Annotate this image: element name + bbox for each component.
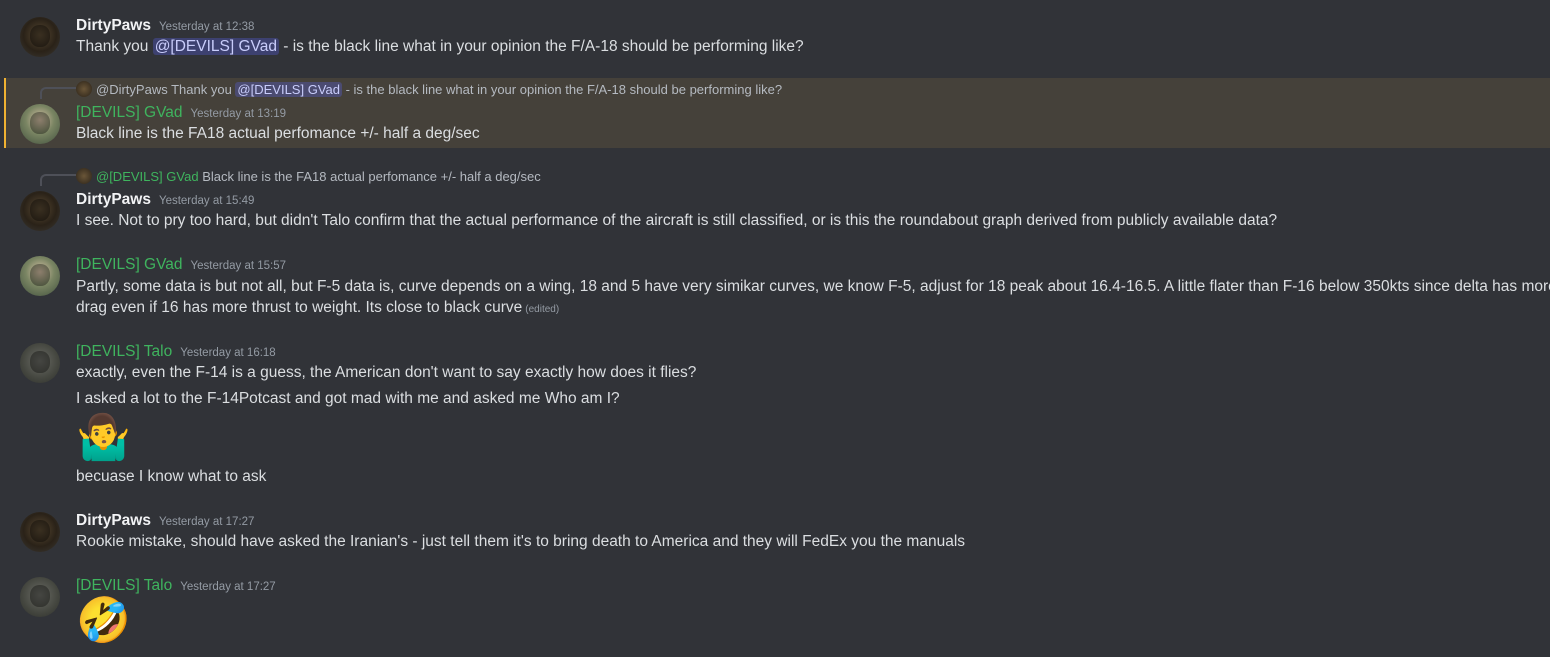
- message-text: Partly, some data is but not all, but F-…: [76, 278, 1550, 295]
- message-text: drag even if 16 has more thrust to weigh…: [76, 299, 560, 316]
- author-name[interactable]: DirtyPaws: [76, 191, 151, 208]
- message-text: Black line is the FA18 actual perfomance…: [76, 125, 480, 142]
- reply-author[interactable]: @[DEVILS] GVad: [96, 169, 199, 184]
- avatar[interactable]: [20, 512, 60, 552]
- message-header: DirtyPaws Yesterday at 12:38: [76, 17, 254, 35]
- author-name[interactable]: [DEVILS] Talo: [76, 577, 172, 594]
- timestamp[interactable]: Yesterday at 13:19: [191, 108, 286, 120]
- timestamp[interactable]: Yesterday at 12:38: [159, 21, 254, 33]
- timestamp[interactable]: Yesterday at 15:57: [191, 260, 286, 272]
- author-name[interactable]: [DEVILS] Talo: [76, 343, 172, 360]
- timestamp[interactable]: Yesterday at 17:27: [180, 581, 275, 593]
- author-name[interactable]: [DEVILS] GVad: [76, 104, 183, 121]
- message-header: [DEVILS] GVad Yesterday at 13:19: [76, 104, 286, 122]
- timestamp[interactable]: Yesterday at 15:49: [159, 195, 254, 207]
- message-header: [DEVILS] Talo Yesterday at 17:27: [76, 577, 276, 595]
- message-text: Rookie mistake, should have asked the Ir…: [76, 533, 966, 550]
- rofl-emoji[interactable]: 🤣: [76, 597, 131, 645]
- author-name[interactable]: DirtyPaws: [76, 512, 151, 529]
- author-name[interactable]: [DEVILS] GVad: [76, 256, 183, 273]
- message-header: [DEVILS] Talo Yesterday at 16:18: [76, 343, 276, 361]
- reply-avatar: [76, 168, 92, 184]
- reply-reference[interactable]: @DirtyPaws Thank you @[DEVILS] GVad - is…: [76, 81, 782, 97]
- author-name[interactable]: DirtyPaws: [76, 17, 151, 34]
- avatar[interactable]: [20, 191, 60, 231]
- avatar[interactable]: [20, 104, 60, 144]
- avatar[interactable]: [20, 577, 60, 617]
- timestamp[interactable]: Yesterday at 17:27: [159, 516, 254, 528]
- message-header: DirtyPaws Yesterday at 15:49: [76, 191, 254, 209]
- message-text: exactly, even the F-14 is a guess, the A…: [76, 364, 697, 381]
- user-mention[interactable]: @[DEVILS] GVad: [235, 82, 342, 97]
- message-header: [DEVILS] GVad Yesterday at 15:57: [76, 256, 286, 274]
- message-text: becuase I know what to ask: [76, 468, 267, 485]
- reply-spine: [40, 87, 76, 99]
- reply-reference[interactable]: @[DEVILS] GVad Black line is the FA18 ac…: [76, 168, 541, 184]
- message-header: DirtyPaws Yesterday at 17:27: [76, 512, 254, 530]
- message-text: Thank you @[DEVILS] GVad - is the black …: [76, 38, 804, 55]
- reply-author[interactable]: @DirtyPaws: [96, 82, 168, 97]
- avatar[interactable]: [20, 17, 60, 57]
- user-mention[interactable]: @[DEVILS] GVad: [152, 38, 279, 55]
- avatar[interactable]: [20, 343, 60, 383]
- reply-spine: [40, 174, 76, 186]
- avatar[interactable]: [20, 256, 60, 296]
- message-text: I see. Not to pry too hard, but didn't T…: [76, 212, 1278, 229]
- reply-avatar: [76, 81, 92, 97]
- message-text: I asked a lot to the F-14Potcast and got…: [76, 390, 620, 407]
- edited-label: (edited): [525, 304, 560, 315]
- timestamp[interactable]: Yesterday at 16:18: [180, 347, 275, 359]
- shrug-emoji[interactable]: 🤷‍♂️: [76, 414, 131, 462]
